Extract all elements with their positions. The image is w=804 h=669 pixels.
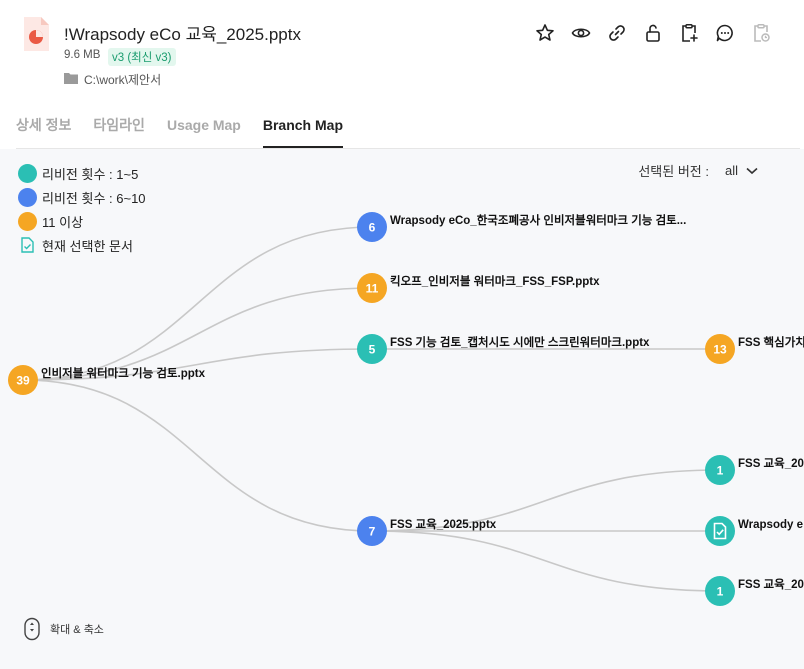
version-select: 선택된 버전 : all <box>638 161 758 180</box>
node-label: Wrapsody eCo_한국조폐공사 인비저블워터마크 기능 검토... <box>390 213 686 227</box>
branch-node-n6[interactable]: 1 FSS 교육_20 <box>705 455 804 485</box>
legend-current-label: 현재 선택한 문서 <box>42 238 133 254</box>
legend-blue-label: 리비전 횟수 : 6~10 <box>42 190 146 206</box>
node-revision-count: 6 <box>369 220 376 234</box>
tab-details[interactable]: 상세 정보 <box>16 108 71 148</box>
branch-node-root[interactable]: 39 인비저블 워터마크 기능 검토.pptx <box>8 365 206 395</box>
node-label: FSS 기능 검토_캡처시도 시에만 스크린워터마크.pptx <box>390 335 650 349</box>
branch-edge <box>22 379 373 532</box>
branch-node-n8[interactable]: 1 FSS 교육_20 <box>705 576 804 606</box>
eye-icon <box>571 28 591 38</box>
star-icon <box>536 24 554 41</box>
file-title: !Wrapsody eCo 교육_2025.pptx <box>64 25 301 44</box>
node-label: FSS 교육_2025.pptx <box>390 518 497 531</box>
legend-teal-label: 리비전 횟수 : 1~5 <box>42 166 139 182</box>
tab-bar: 상세 정보 타임라인 Usage Map Branch Map <box>16 108 800 149</box>
link-icon <box>609 25 625 41</box>
node-revision-count: 1 <box>717 584 724 598</box>
file-header: !Wrapsody eCo 교육_2025.pptx 9.6 MB v3 (최신… <box>0 0 804 100</box>
toolbar <box>532 20 774 46</box>
node-label: FSS 핵심가치 <box>738 335 804 349</box>
branch-edge <box>22 287 373 381</box>
branch-edge <box>371 530 721 592</box>
branch-node-n4[interactable]: 13 FSS 핵심가치 <box>705 334 804 364</box>
folder-icon <box>64 73 78 84</box>
blue-dot-icon <box>18 187 37 207</box>
unlock-icon <box>646 24 660 42</box>
legend-blue: 리비전 횟수 : 6~10 <box>18 185 146 209</box>
clipboard-add-button[interactable] <box>676 20 702 46</box>
node-revision-count: 39 <box>16 373 30 387</box>
clipboard-history-icon <box>754 24 770 42</box>
mouse-scroll-icon <box>24 617 40 641</box>
node-circle <box>705 516 735 546</box>
node-revision-count: 1 <box>717 463 724 477</box>
zoom-label: 확대 & 축소 <box>50 624 104 636</box>
zoom-hint: 확대 & 축소 <box>22 617 104 641</box>
legend-current: 현재 선택한 문서 <box>18 233 146 257</box>
teal-dot-icon <box>18 163 37 183</box>
node-label: 인비저블 워터마크 기능 검토.pptx <box>41 366 206 380</box>
version-select-value: all <box>724 163 738 178</box>
version-badge: v3 (최신 v3) <box>108 48 176 66</box>
node-label: FSS 교육_20 <box>738 578 804 591</box>
node-revision-count: 5 <box>369 342 376 356</box>
node-revision-count: 11 <box>366 281 379 295</box>
tab-timeline[interactable]: 타임라인 <box>93 108 145 148</box>
node-revision-count: 13 <box>713 342 727 356</box>
orange-dot-icon <box>18 211 37 231</box>
node-label: 킥오프_인비저블 워터마크_FSS_FSP.pptx <box>390 274 600 288</box>
folder-path: C:\work\제안서 <box>84 73 162 87</box>
link-button[interactable] <box>604 20 630 46</box>
branch-node-n2[interactable]: 11 킥오프_인비저블 워터마크_FSS_FSP.pptx <box>357 273 600 303</box>
node-label: Wrapsody e <box>738 519 803 531</box>
version-dropdown[interactable]: all <box>725 163 758 178</box>
chevron-down-icon <box>746 167 758 174</box>
tab-usage-map[interactable]: Usage Map <box>167 108 241 148</box>
branch-node-n1[interactable]: 6 Wrapsody eCo_한국조폐공사 인비저블워터마크 기능 검토... <box>357 212 686 242</box>
legend-orange-label: 11 이상 <box>42 214 84 230</box>
legend: 리비전 횟수 : 1~5 리비전 횟수 : 6~10 11 이상 현재 선택한 … <box>18 161 146 257</box>
version-select-label: 선택된 버전 : <box>638 164 709 179</box>
node-revision-count: 7 <box>369 524 376 538</box>
file-size: 9.6 MB <box>64 49 101 61</box>
branch-node-n7[interactable]: Wrapsody e <box>705 516 803 546</box>
clipboard-add-icon <box>682 24 698 42</box>
view-button[interactable] <box>568 20 594 46</box>
chat-icon <box>716 24 733 42</box>
pptx-file-icon <box>24 17 49 51</box>
comment-button[interactable] <box>712 20 738 46</box>
star-button[interactable] <box>532 20 558 46</box>
history-button[interactable] <box>748 20 774 46</box>
unlock-button[interactable] <box>640 20 666 46</box>
node-label: FSS 교육_20 <box>738 457 804 470</box>
branch-map-canvas[interactable]: 39 인비저블 워터마크 기능 검토.pptx 6 Wrapsody eCo_한국조폐… <box>0 149 804 669</box>
document-check-icon <box>18 236 37 255</box>
legend-teal: 리비전 횟수 : 1~5 <box>18 161 146 185</box>
tab-branch-map[interactable]: Branch Map <box>262 108 343 148</box>
legend-orange: 11 이상 <box>18 209 146 233</box>
